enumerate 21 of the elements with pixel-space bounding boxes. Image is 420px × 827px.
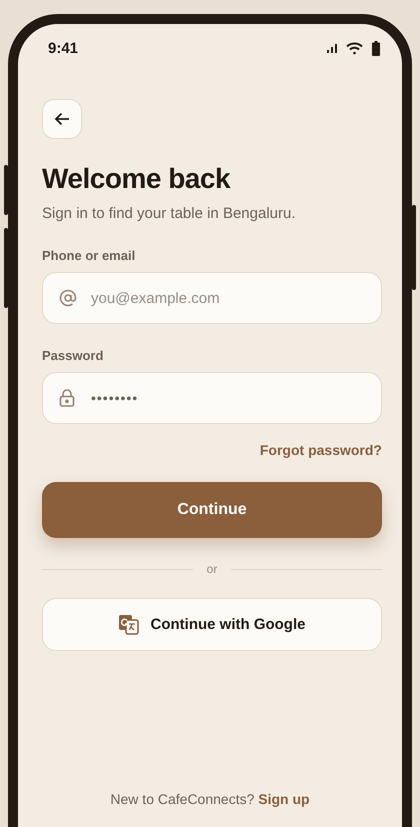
password-field[interactable]: •••••••• <box>42 372 382 424</box>
page-title: Welcome back <box>42 163 232 195</box>
status-time: 9:41 <box>48 40 78 56</box>
divider-label: or <box>206 562 218 576</box>
sign-up-link[interactable]: Sign up <box>258 791 310 807</box>
signal-icon <box>327 44 337 52</box>
wifi-icon <box>346 42 363 54</box>
back-arrow-icon <box>54 112 70 126</box>
field-label: Password <box>42 348 104 363</box>
google-button[interactable]: Continue with Google <box>42 598 382 651</box>
subtitle: Sign in to find your table in Bengaluru. <box>42 205 296 222</box>
continue-button[interactable]: Continue <box>42 482 382 538</box>
translate-icon <box>118 614 138 634</box>
at-icon <box>59 289 77 307</box>
back-button[interactable] <box>42 99 82 139</box>
battery-icon <box>372 40 380 56</box>
forgot-password-link[interactable]: Forgot password? <box>260 442 382 458</box>
email-field[interactable]: you@example.com <box>42 272 382 324</box>
field-label: Phone or email <box>42 248 136 263</box>
signup-prompt: New to CafeConnects? Sign up <box>109 791 311 807</box>
lock-icon <box>59 389 75 407</box>
